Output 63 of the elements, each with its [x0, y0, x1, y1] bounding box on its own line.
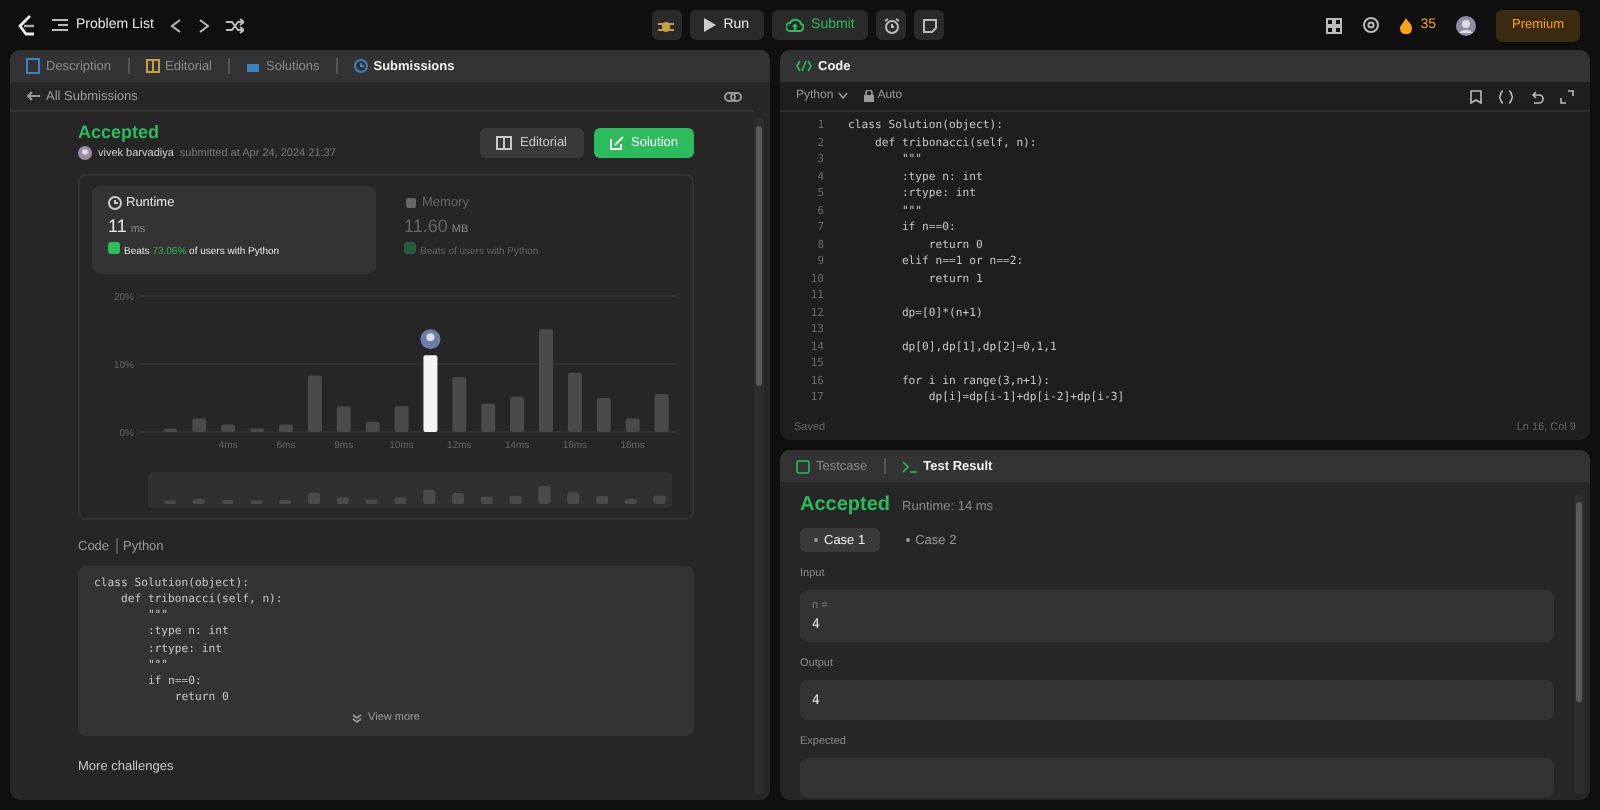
debug-button[interactable]	[651, 10, 682, 40]
bar[interactable]	[423, 355, 438, 432]
chevron-down-icon	[837, 92, 848, 100]
flame-icon	[1400, 17, 1413, 33]
bar[interactable]	[625, 418, 640, 432]
braces-icon[interactable]	[1498, 89, 1514, 103]
code-icon	[796, 60, 812, 72]
tab-icon	[353, 58, 368, 74]
bar[interactable]	[394, 406, 409, 432]
avatar-icon[interactable]	[1456, 15, 1476, 35]
notes-button[interactable]	[914, 10, 945, 40]
link-icon[interactable]	[724, 89, 742, 103]
cloud-upload-icon	[785, 18, 804, 32]
bar[interactable]	[481, 403, 496, 432]
scrollbar[interactable]	[754, 118, 764, 794]
clock-icon	[108, 196, 122, 210]
bar[interactable]	[221, 424, 236, 432]
scrollbar[interactable]	[1574, 494, 1584, 794]
previous-icon[interactable]	[169, 17, 182, 33]
bar[interactable]	[279, 424, 293, 432]
status-text: Accepted	[78, 122, 162, 142]
chevron-down-icon	[352, 713, 363, 723]
stat-value: 11.60	[404, 216, 448, 236]
next-icon[interactable]	[197, 17, 210, 33]
note-icon	[921, 17, 938, 33]
bar[interactable]	[192, 418, 207, 432]
logo-icon[interactable]	[16, 14, 36, 36]
edit-icon	[609, 136, 623, 150]
bar[interactable]	[452, 376, 467, 432]
bar[interactable]	[336, 406, 351, 432]
alarm-clock-icon	[883, 17, 900, 33]
back-arrow-icon	[26, 90, 40, 102]
bar[interactable]	[596, 398, 611, 432]
tab-icon	[246, 58, 260, 74]
chip-icon	[404, 196, 418, 210]
bar[interactable]	[510, 396, 525, 432]
tab-icon	[145, 58, 160, 74]
check-badge-icon	[404, 242, 416, 254]
check-badge-icon	[108, 242, 120, 254]
checkbox-icon	[796, 459, 810, 473]
bar[interactable]	[654, 393, 669, 432]
terminal-icon	[901, 459, 918, 473]
book-icon	[496, 136, 513, 150]
bug-icon	[658, 17, 675, 33]
stat-value: 11	[108, 216, 127, 236]
chart-overview-drawing[interactable]	[148, 472, 672, 508]
expand-icon[interactable]	[1560, 89, 1574, 103]
layout-grid-icon[interactable]	[1326, 17, 1343, 33]
shuffle-icon[interactable]	[225, 17, 244, 33]
bar[interactable]	[567, 372, 582, 432]
status-text: Accepted	[800, 494, 891, 516]
list-icon	[52, 18, 68, 32]
avatar-icon	[78, 146, 92, 160]
play-icon	[703, 18, 716, 32]
bar[interactable]	[307, 375, 322, 432]
lock-icon	[863, 90, 874, 102]
avatar-icon	[420, 329, 441, 350]
bookmark-icon[interactable]	[1470, 89, 1482, 103]
settings-icon[interactable]	[1362, 16, 1381, 34]
tab-icon	[26, 58, 40, 74]
undo-icon[interactable]	[1530, 89, 1544, 103]
alarm-button[interactable]	[876, 10, 907, 40]
bar[interactable]	[365, 421, 380, 432]
